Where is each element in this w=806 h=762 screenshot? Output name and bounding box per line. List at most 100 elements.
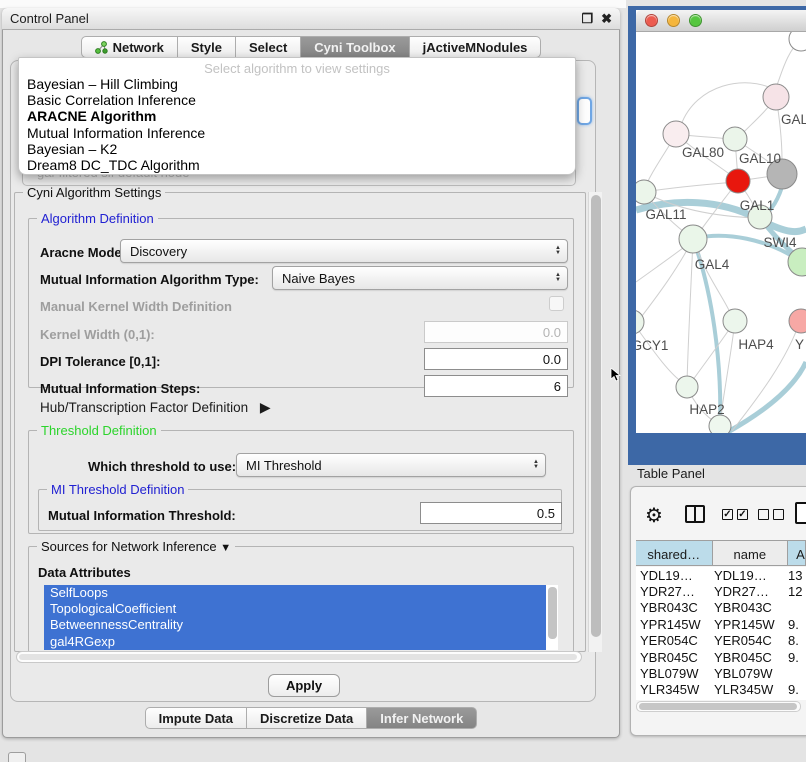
table-header-row: shared… name A <box>636 540 806 566</box>
hub-definition-expander[interactable]: Hub/Transcription Factor Definition ▶ <box>40 399 271 416</box>
bottom-corner-widget[interactable] <box>8 752 26 762</box>
mi-algorithm-type-label: Mutual Information Algorithm Type: <box>40 272 259 287</box>
node-label: GAL11 <box>645 207 686 222</box>
node-label: GAL1 <box>740 198 775 213</box>
gear-icon[interactable]: ⚙ <box>645 503 663 528</box>
settings-horizontal-scrollbar[interactable] <box>16 651 582 663</box>
data-attributes-list[interactable]: SelfLoops TopologicalCoefficient Between… <box>44 585 558 650</box>
mi-algorithm-type-combo[interactable]: Naive Bayes ▲▼ <box>272 266 568 290</box>
table-row[interactable]: YER054C YER054C 8. <box>636 633 806 649</box>
document-icon[interactable] <box>795 502 806 524</box>
node[interactable] <box>789 32 806 51</box>
table-body[interactable]: YDL19… YDL19… 13 YDR27… YDR27… 12 YBR043… <box>636 567 806 700</box>
thick-edges <box>636 187 806 433</box>
node-gal11[interactable] <box>636 180 656 204</box>
attribute-item[interactable]: gal4RGexp <box>44 634 546 650</box>
attribute-item[interactable]: SelfLoops <box>44 585 546 601</box>
settings-vertical-scrollbar-thumb[interactable] <box>591 195 601 637</box>
control-panel-titlebar[interactable]: Control Panel ❐ ✖ <box>2 8 620 30</box>
table-row[interactable]: YDR27… YDR27… 12 <box>636 583 806 599</box>
checked-checkbox-icon[interactable]: ✓ <box>737 509 748 520</box>
apply-button[interactable]: Apply <box>268 674 340 697</box>
table-row[interactable]: YBL079W YBL079W <box>636 665 806 681</box>
cell-name: YDL19… <box>714 568 788 583</box>
close-icon[interactable]: ✖ <box>601 12 612 25</box>
column-header-shared-name[interactable]: shared… <box>636 541 713 566</box>
node-label: GAL <box>781 112 806 127</box>
cell-shared-name: YDR27… <box>636 584 714 599</box>
close-traffic-icon[interactable] <box>645 14 658 27</box>
network-canvas[interactable]: GAL GAL80 GAL10 GAL1 GAL11 SWI4 GAL4 GCY… <box>636 32 806 433</box>
table-row[interactable]: YIL052C YIL052C 9. <box>636 698 806 700</box>
table-row[interactable]: YLR345W YLR345W 9. <box>636 682 806 698</box>
chevron-down-icon[interactable]: ▼ <box>220 542 231 554</box>
tab-style[interactable]: Style <box>178 36 236 58</box>
unchecked-checkbox-icon[interactable] <box>773 509 784 520</box>
minimize-traffic-icon[interactable] <box>667 14 680 27</box>
dpi-tolerance-field[interactable]: 0.0 <box>424 348 568 370</box>
settings-vertical-scrollbar[interactable] <box>588 192 602 652</box>
node-gal-partial[interactable] <box>763 84 789 110</box>
column-header-partial[interactable]: A <box>788 541 806 566</box>
table-row[interactable]: YDL19… YDL19… 13 <box>636 567 806 583</box>
which-threshold-combo[interactable]: MI Threshold ▲▼ <box>236 453 546 477</box>
combo-stepper-icon[interactable]: ▲▼ <box>551 273 567 283</box>
zoom-traffic-icon[interactable] <box>689 14 702 27</box>
table-row[interactable]: YBR043C YBR043C <box>636 600 806 616</box>
table-horizontal-scrollbar[interactable] <box>636 701 801 712</box>
algorithm-option[interactable]: Basic Correlation Inference <box>19 92 575 108</box>
unchecked-checkbox-icon[interactable] <box>758 509 769 520</box>
network-view-window[interactable]: GAL GAL80 GAL10 GAL1 GAL11 SWI4 GAL4 GCY… <box>636 10 806 433</box>
table-row[interactable]: YBR045C YBR045C 9. <box>636 649 806 665</box>
mi-algorithm-type-value: Naive Bayes <box>282 271 551 286</box>
kernel-width-field[interactable]: 0.0 <box>424 321 568 343</box>
node-hap2[interactable] <box>676 376 698 398</box>
which-threshold-label: Which threshold to use: <box>88 459 236 474</box>
focused-combo-fragment[interactable] <box>577 97 592 125</box>
tab-impute-data[interactable]: Impute Data <box>145 707 247 729</box>
algorithm-option[interactable]: Dream8 DC_TDC Algorithm <box>19 157 575 173</box>
algorithm-option[interactable]: Mutual Information Inference <box>19 125 575 141</box>
attribute-item[interactable]: BetweennessCentrality <box>44 617 546 633</box>
mi-threshold-field[interactable]: 0.5 <box>420 502 562 524</box>
table-horizontal-scrollbar-thumb[interactable] <box>639 703 797 710</box>
network-window-titlebar[interactable] <box>636 10 806 32</box>
aracne-mode-combo[interactable]: Discovery ▲▼ <box>120 239 568 263</box>
tab-infer-network[interactable]: Infer Network <box>367 707 477 729</box>
node-hap4[interactable] <box>723 309 747 333</box>
attribute-item[interactable]: TopologicalCoefficient <box>44 601 546 617</box>
node-gal4[interactable] <box>679 225 707 253</box>
manual-kernel-width-checkbox[interactable] <box>549 296 564 311</box>
node-label: Y <box>795 337 804 352</box>
node-label: HAP4 <box>738 337 774 352</box>
node-gcy1[interactable] <box>636 310 644 334</box>
mi-steps-label: Mutual Information Steps: <box>40 381 200 396</box>
checked-checkbox-icon[interactable]: ✓ <box>722 509 733 520</box>
node-gal1[interactable] <box>726 169 750 193</box>
tab-select[interactable]: Select <box>236 36 301 58</box>
chevron-right-icon[interactable]: ▶ <box>260 399 271 415</box>
sources-title: Sources for Network Inference ▼ <box>37 539 235 554</box>
node-gal80[interactable] <box>663 121 689 147</box>
tab-cyni-toolbox[interactable]: Cyni Toolbox <box>301 36 409 58</box>
cell-value: 9. <box>788 699 806 700</box>
algorithm-option[interactable]: Bayesian – K2 <box>19 141 575 157</box>
algorithm-option[interactable]: Bayesian – Hill Climbing <box>19 76 575 92</box>
combo-stepper-icon[interactable]: ▲▼ <box>529 460 545 470</box>
algorithm-option-selected[interactable]: ARACNE Algorithm <box>19 108 575 124</box>
tab-discretize-data[interactable]: Discretize Data <box>247 707 367 729</box>
combo-stepper-icon[interactable]: ▲▼ <box>551 246 567 256</box>
node-pink-partial[interactable] <box>789 309 806 333</box>
float-icon[interactable]: ❐ <box>581 12 593 25</box>
tab-network[interactable]: Network <box>81 36 178 58</box>
settings-horizontal-scrollbar-thumb[interactable] <box>19 654 577 660</box>
tab-jactivemnodules[interactable]: jActiveMNodules <box>410 36 542 58</box>
column-header-name[interactable]: name <box>713 541 789 566</box>
node-bottom-partial[interactable] <box>709 415 731 433</box>
mi-steps-field[interactable]: 6 <box>424 375 568 397</box>
columns-icon[interactable] <box>685 505 705 523</box>
node-gal10[interactable] <box>723 127 747 151</box>
table-row[interactable]: YPR145W YPR145W 9. <box>636 616 806 632</box>
attribute-list-scrollbar[interactable] <box>548 587 557 639</box>
apply-button-label: Apply <box>286 678 322 693</box>
